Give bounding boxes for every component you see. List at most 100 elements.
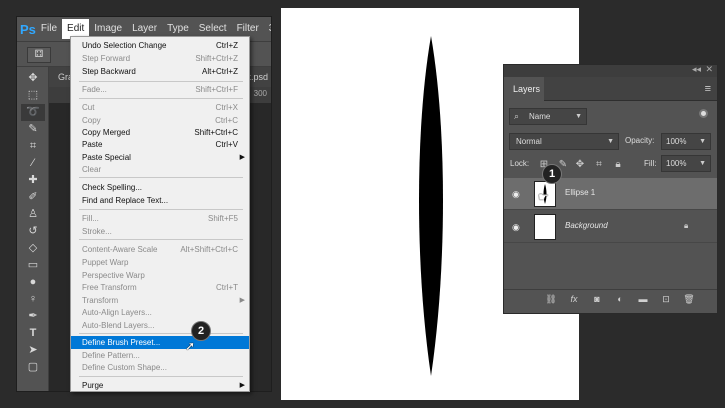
history-brush-icon[interactable]: ↺ [21,223,45,240]
menu-puppet-warp-label: Puppet Warp [82,258,129,267]
menu-check-spelling[interactable]: Check Spelling... [71,181,249,194]
edit-menu-dropdown: Undo Selection Change Ctrl+Z Step Forwar… [70,36,250,392]
layer-mask-icon[interactable]: ◙ [590,294,604,304]
blur-icon[interactable]: ● [21,274,45,291]
menu-clear[interactable]: Clear [71,163,249,176]
menu-step-backward-shortcut: Alt+Ctrl+Z [201,67,238,76]
menu-undo-shortcut: Ctrl+Z [216,41,238,50]
menu-fill[interactable]: Fill... Shift+F5 [71,212,249,225]
layer-row[interactable]: ◉ Ellipse 1 [504,178,717,210]
lock-all-icon[interactable]: 🔒︎ [612,159,624,170]
panel-menu-icon[interactable]: ≡ [705,83,711,95]
menu-separator [79,239,243,240]
blend-mode-select[interactable]: Normal ▼ [509,133,619,150]
move-icon[interactable]: ✥ [21,70,45,87]
photoshop-logo: Ps [20,21,36,37]
fx-icon[interactable]: fx [567,294,581,304]
menu-define-brush-preset[interactable]: Define Brush Preset... [71,336,249,349]
menu-separator [79,81,243,82]
menu-3d[interactable]: 3D [264,19,271,39]
close-icon[interactable]: ✕ [705,64,713,75]
menu-define-custom-shape-label: Define Custom Shape... [82,363,167,372]
opacity-input[interactable]: 100% ▼ [661,133,711,150]
new-group-icon[interactable]: ▬ [636,294,650,304]
menu-fade[interactable]: Fade... Shift+Ctrl+F [71,83,249,96]
menu-define-custom-shape[interactable]: Define Custom Shape... [71,361,249,374]
menu-file[interactable]: File [36,19,62,39]
menu-separator [79,376,243,377]
panel-header: Layers ≡ [504,77,717,101]
stamp-icon[interactable]: ♙ [21,206,45,223]
submenu-arrow-icon: ▶ [239,382,245,389]
menu-check-spelling-label: Check Spelling... [82,183,143,192]
type-icon[interactable]: T [21,325,45,342]
crop-icon[interactable]: ⌗ [21,138,45,155]
eraser-icon[interactable]: ◇ [21,240,45,257]
menu-purge[interactable]: Purge ▶ [71,379,249,392]
filter-toggle[interactable] [699,109,708,118]
menu-free-transform-label: Free Transform [82,283,137,292]
menu-purge-label: Purge [82,381,104,390]
brush-icon[interactable]: ✐ [21,189,45,206]
blend-mode-value: Normal [516,137,542,146]
eye-icon[interactable]: ◉ [512,222,520,233]
adjustment-layer-icon[interactable]: ◐ [613,294,627,304]
menu-content-aware-scale[interactable]: Content-Aware Scale Alt+Shift+Ctrl+C [71,243,249,256]
link-layers-icon[interactable]: ⛓ [544,294,558,305]
menu-auto-align[interactable]: Auto-Align Layers... [71,306,249,319]
fill-input[interactable]: 100% ▼ [661,155,711,172]
collapse-icon[interactable]: ◂◂ [692,64,701,75]
delete-layer-icon[interactable]: 🗑︎ [682,294,696,305]
eye-icon[interactable]: ◉ [512,189,520,200]
lasso-icon[interactable]: ➰ [21,104,45,121]
menu-auto-align-label: Auto-Align Layers... [82,308,152,317]
marquee-icon[interactable]: ⬚ [21,87,45,104]
lock-artboard-icon[interactable]: ⌗ [593,159,605,170]
healing-icon[interactable]: ✚ [21,172,45,189]
menu-paste[interactable]: Paste Ctrl+V [71,138,249,151]
layer-row[interactable]: ◉ Background 🔒︎ [504,211,717,243]
menu-find-replace[interactable]: Find and Replace Text... [71,194,249,207]
menu-content-aware-scale-shortcut: Alt+Shift+Ctrl+C [180,245,238,254]
menu-step-forward[interactable]: Step Forward Shift+Ctrl+Z [71,52,249,65]
gradient-icon[interactable]: ▭ [21,257,45,274]
menu-undo-label: Undo Selection Change [82,41,167,50]
menu-step-forward-label: Step Forward [82,54,131,63]
fill-label: Fill: [644,159,657,168]
step-1-badge: 1 [542,164,562,184]
menu-undo[interactable]: Undo Selection Change Ctrl+Z [71,39,249,52]
menu-stroke[interactable]: Stroke... [71,225,249,238]
menu-auto-blend-label: Auto-Blend Layers... [82,321,155,330]
pen-icon[interactable]: ✒ [21,308,45,325]
menu-step-backward[interactable]: Step Backward Alt+Ctrl+Z [71,65,249,78]
menu-fade-label: Fade... [82,85,107,94]
lock-label: Lock: [510,159,530,168]
menu-find-replace-label: Find and Replace Text... [82,196,169,205]
chevron-down-icon: ▼ [699,160,706,167]
layer-filter-select[interactable]: ⌕ Name ▼ [509,108,587,125]
menu-auto-blend[interactable]: Auto-Blend Layers... [71,319,249,332]
layers-tab[interactable]: Layers [504,77,544,101]
menu-step-forward-shortcut: Shift+Ctrl+Z [195,54,238,63]
menu-fade-shortcut: Shift+Ctrl+F [195,85,238,94]
lock-position-icon[interactable]: ✥ [574,159,586,170]
shape-icon[interactable]: ▢ [21,359,45,376]
layers-panel: ◂◂ ✕ Layers ≡ ⌕ Name ▼ Normal ▼ Opacity:… [503,64,718,314]
path-select-icon[interactable]: ➤ [21,342,45,359]
menu-clear-label: Clear [82,165,102,174]
menu-paste-label: Paste [82,140,103,149]
dodge-icon[interactable]: ♀ [21,291,45,308]
new-layer-icon[interactable]: ⊡ [659,294,673,305]
tool-preset-icon[interactable]: ⚃ [27,47,51,63]
menu-puppet-warp[interactable]: Puppet Warp [71,256,249,269]
menu-free-transform[interactable]: Free Transform Ctrl+T [71,281,249,294]
menu-free-transform-shortcut: Ctrl+T [216,283,238,292]
ruler-label: 300 [253,89,267,98]
layer-thumbnail [534,214,556,240]
menu-cut[interactable]: Cut Ctrl+X [71,101,249,114]
menu-separator [79,177,243,178]
menu-separator [79,98,243,99]
eyedropper-icon[interactable]: ⁄ [21,155,45,172]
quick-select-icon[interactable]: ✎ [21,121,45,138]
menu-cut-label: Cut [82,103,95,112]
